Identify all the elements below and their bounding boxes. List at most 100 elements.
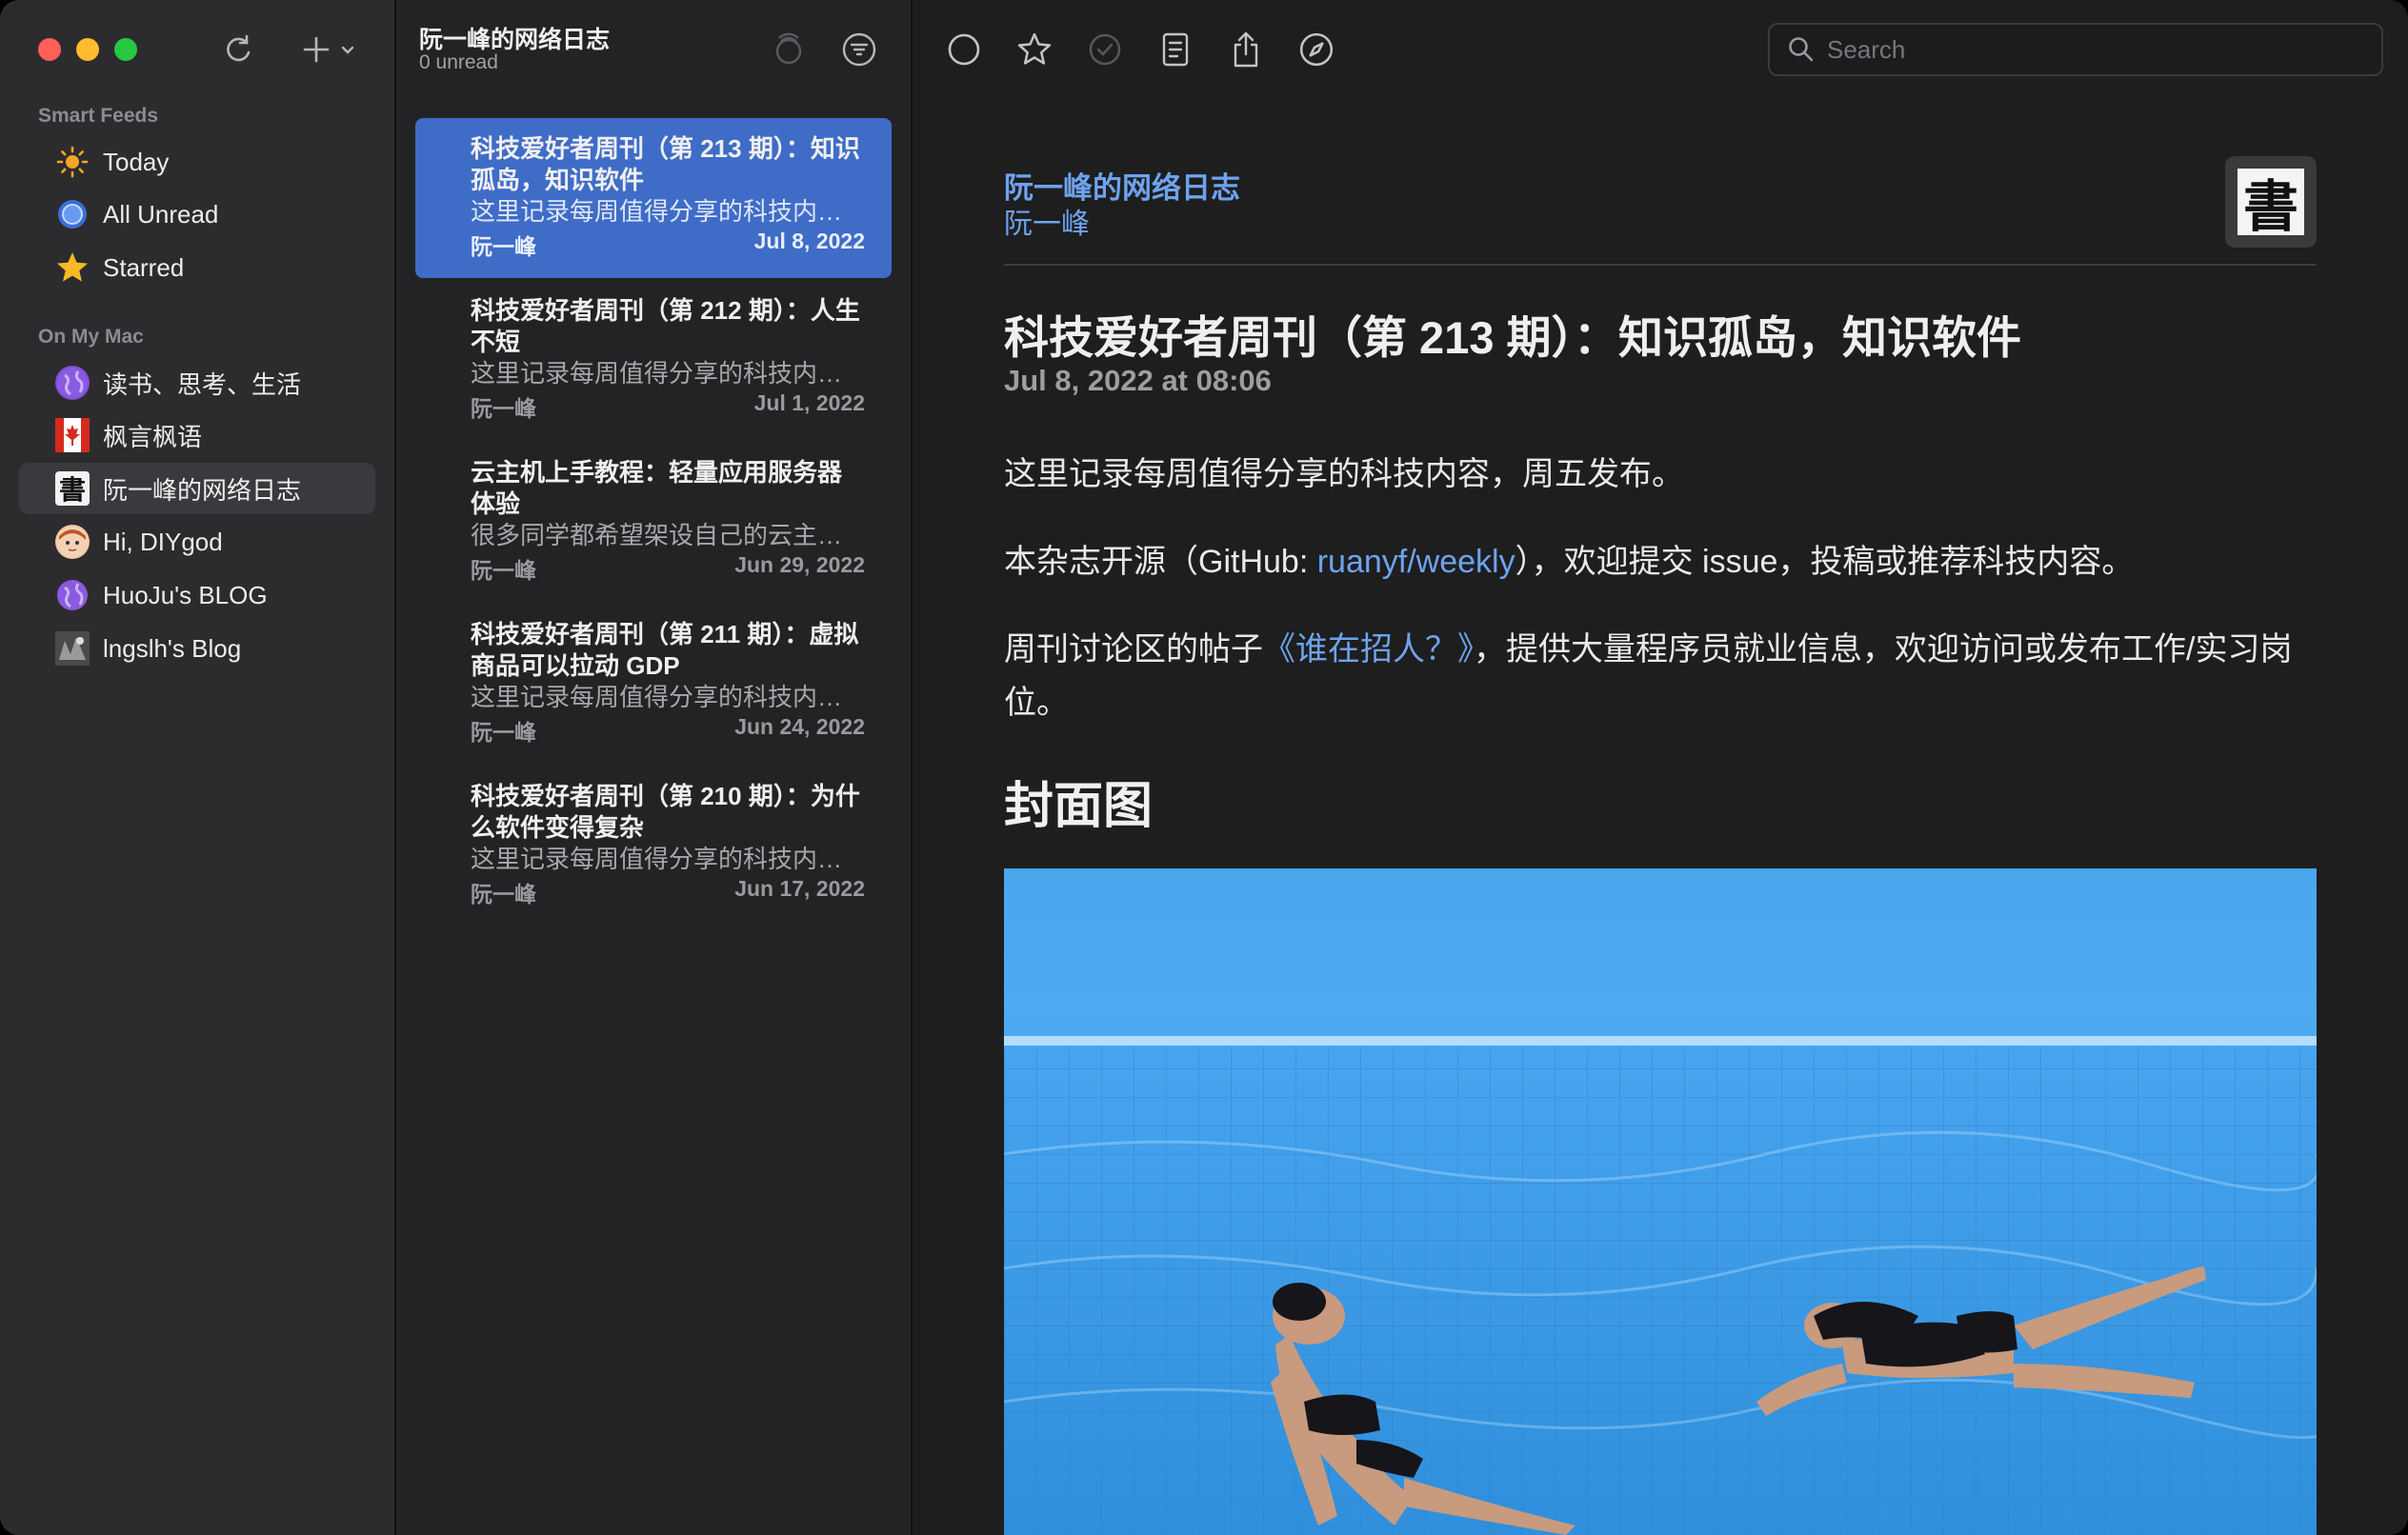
github-link[interactable]: ruanyf/weekly: [1317, 544, 1515, 580]
article-title: 科技爱好者周刊（第 213 期）：知识孤岛，知识软件: [471, 134, 860, 194]
sidebar-item-label: 阮一峰的网络日志: [103, 475, 302, 505]
avatar-icon: [55, 631, 90, 666]
header-divider: [1004, 264, 2317, 266]
text-run: ），欢迎提交 issue，投稿或推荐科技内容。: [1515, 544, 2135, 580]
sidebar-item-huoju[interactable]: HuoJu's BLOG: [19, 569, 375, 621]
article-date: Jun 29, 2022: [734, 552, 865, 577]
mark-all-read-button[interactable]: [768, 29, 810, 70]
article-author: 阮一峰: [471, 558, 536, 583]
share-icon: [1234, 31, 1258, 68]
sidebar-item-label: All Unread: [103, 199, 219, 229]
sidebar-item-fengyan[interactable]: 枫言枫语: [19, 409, 375, 461]
star-icon: [55, 250, 90, 285]
article-author: 阮一峰: [471, 882, 536, 907]
article-list-item[interactable]: 科技爱好者周刊（第 211 期）：虚拟商品可以拉动 GDP 这里记录每周值得分享…: [415, 604, 892, 764]
sidebar-item-label: Today: [103, 147, 170, 176]
star-icon: [1017, 32, 1052, 65]
calligraphy-icon: 書: [2242, 174, 2298, 239]
open-in-browser-button[interactable]: [1294, 27, 1339, 72]
reader-view-button[interactable]: [1153, 27, 1198, 72]
article-title: 科技爱好者周刊（第 211 期）：虚拟商品可以拉动 GDP: [471, 620, 859, 680]
text-run: 周刊讨论区的帖子: [1004, 631, 1263, 668]
search-icon: [1789, 37, 1814, 62]
avatar-icon: [55, 525, 90, 559]
article-list-item[interactable]: 科技爱好者周刊（第 212 期）：人生不短 这里记录每周值得分享的科技内容，周五…: [415, 280, 892, 440]
reader-view-icon: [1162, 32, 1189, 67]
article-reader-pane: 阮一峰的网络日志 阮一峰 書 科技爱好者周刊（第 213 期）：知识孤岛，知识软…: [913, 0, 2408, 1535]
article-list-item[interactable]: 科技爱好者周刊（第 210 期）：为什么软件变得复杂 这里记录每周值得分享的科技…: [415, 766, 892, 926]
refresh-button[interactable]: [217, 29, 259, 70]
sidebar: Smart Feeds Today All Unread Starred On …: [0, 0, 396, 1535]
chevron-down-icon: [341, 46, 354, 54]
article-list-item[interactable]: 科技爱好者周刊（第 213 期）：知识孤岛，知识软件 这里记录每周值得分享的科技…: [415, 118, 892, 278]
filter-icon: [842, 32, 876, 67]
search-field[interactable]: [1768, 23, 2383, 76]
article-summary: 这里记录每周值得分享的科技内容，周五发布。: [471, 197, 865, 226]
sidebar-item-starred[interactable]: Starred: [19, 242, 375, 293]
next-unread-button[interactable]: [1082, 27, 1128, 72]
hiring-thread-link[interactable]: 《谁在招人？》: [1263, 631, 1474, 668]
article-datetime: Jul 8, 2022 at 08:06: [1004, 364, 1272, 397]
cover-image: [1004, 868, 2317, 1535]
article-paragraph: 周刊讨论区的帖子《谁在招人？》，提供大量程序员就业信息，欢迎访问或发布工作/实习…: [1004, 623, 2328, 729]
add-feed-button[interactable]: [295, 29, 362, 70]
article-heading: 科技爱好者周刊（第 213 期）：知识孤岛，知识软件: [1004, 312, 2022, 363]
checkmark-circle-icon: [1089, 33, 1121, 66]
article-list-pane: 阮一峰的网络日志 0 unread 科技爱好者周刊（第 213 期）：知识孤岛，…: [396, 0, 913, 1535]
article-title: 科技爱好者周刊（第 210 期）：为什么软件变得复杂: [471, 782, 860, 842]
sidebar-item-label: Hi, DIYgod: [103, 527, 223, 556]
refresh-icon: [227, 34, 251, 62]
zoom-window-button[interactable]: [114, 38, 137, 61]
on-my-mac-heading: On My Mac: [38, 326, 144, 348]
article-author: 阮一峰: [471, 234, 536, 259]
maple-leaf-icon: [55, 418, 90, 452]
timeline-title: 阮一峰的网络日志: [419, 27, 611, 53]
sidebar-item-label: Starred: [103, 252, 185, 282]
minimize-window-button[interactable]: [76, 38, 99, 61]
text-run: 本杂志开源（GitHub:: [1004, 544, 1317, 580]
article-summary: 这里记录每周值得分享的科技内容，周五发布。: [471, 845, 865, 873]
calligraphy-icon: 書: [55, 471, 90, 506]
filter-button[interactable]: [838, 29, 880, 70]
author-link[interactable]: 阮一峰: [1004, 200, 1090, 242]
sidebar-item-label: lngslh's Blog: [103, 633, 242, 663]
sun-icon: [55, 145, 90, 179]
unread-circle-icon: [55, 197, 90, 231]
close-window-button[interactable]: [38, 38, 61, 61]
sidebar-item-label: 读书、思考、生活: [103, 369, 302, 399]
share-button[interactable]: [1223, 27, 1269, 72]
mark-all-read-icon: [775, 32, 802, 65]
smart-feeds-heading: Smart Feeds: [38, 105, 159, 127]
article-summary: 很多同学都希望架设自己的云主机。: [471, 521, 865, 549]
sidebar-item-dushu[interactable]: 读书、思考、生活: [19, 357, 375, 409]
compass-icon: [1299, 32, 1334, 67]
unread-circle-icon: [948, 33, 980, 66]
sidebar-item-diygod[interactable]: Hi, DIYgod: [19, 516, 375, 568]
sidebar-item-today[interactable]: Today: [19, 136, 375, 188]
article-summary: 这里记录每周值得分享的科技内容，周五发布。: [471, 683, 865, 711]
sidebar-item-label: 枫言枫语: [103, 422, 203, 451]
globe-icon: [55, 578, 90, 612]
article-paragraph: 这里记录每周值得分享的科技内容，周五发布。: [1004, 456, 1684, 492]
plus-icon: [303, 36, 330, 63]
article-author: 阮一峰: [471, 396, 536, 421]
article-summary: 这里记录每周值得分享的科技内容，周五发布。: [471, 359, 865, 388]
star-button[interactable]: [1012, 27, 1057, 72]
article-date: Jun 17, 2022: [734, 876, 865, 901]
article-date: Jul 1, 2022: [753, 390, 865, 415]
article-title: 云主机上手教程：轻量应用服务器体验: [471, 458, 843, 518]
article-author: 阮一峰: [471, 720, 536, 745]
article-title: 科技爱好者周刊（第 212 期）：人生不短: [471, 296, 860, 356]
feed-logo: 書: [2225, 156, 2317, 248]
article-paragraph: 本杂志开源（GitHub: ruanyf/weekly），欢迎提交 issue，…: [1004, 535, 2328, 588]
article-list-item[interactable]: 云主机上手教程：轻量应用服务器体验 很多同学都希望架设自己的云主机。 阮一峰 Ju…: [415, 442, 892, 602]
section-heading: 封面图: [1004, 779, 1154, 834]
sidebar-item-lngslh[interactable]: lngslh's Blog: [19, 623, 375, 674]
reader-toolbar: [913, 0, 2408, 99]
unread-count: 0 unread: [419, 51, 498, 73]
sidebar-item-all-unread[interactable]: All Unread: [19, 189, 375, 240]
mark-unread-button[interactable]: [941, 27, 987, 72]
sidebar-item-ruanyifeng[interactable]: 書 阮一峰的网络日志: [19, 463, 375, 514]
globe-icon: [55, 366, 90, 400]
search-input[interactable]: [1827, 34, 2360, 65]
